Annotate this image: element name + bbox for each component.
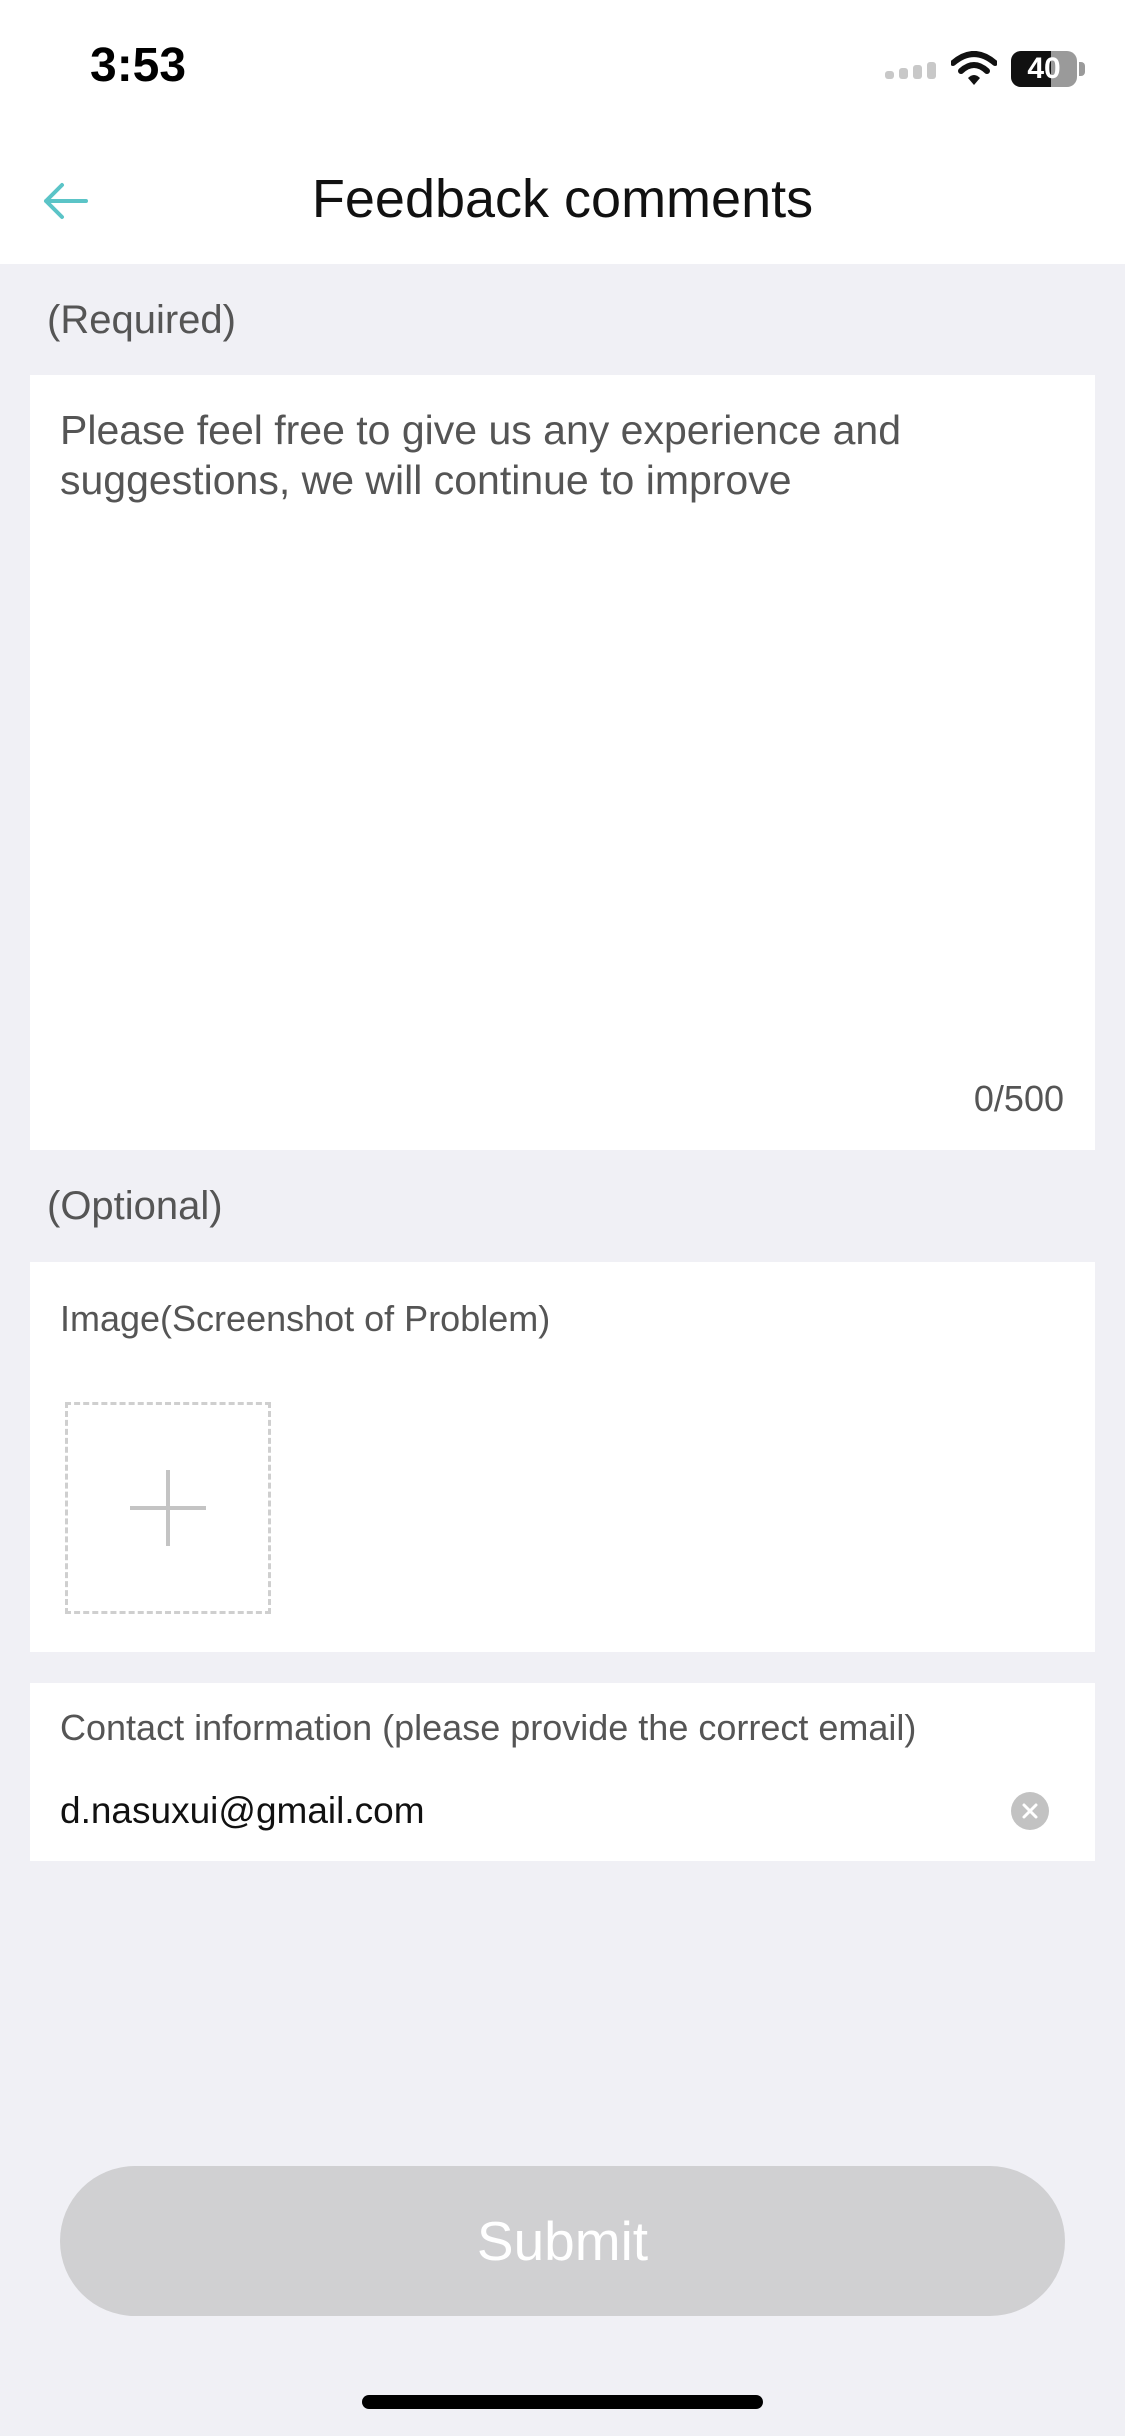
home-indicator [362, 2395, 763, 2409]
status-bar: 3:53 40 [0, 0, 1125, 140]
nav-bar: Feedback comments [0, 140, 1125, 264]
page-title: Feedback comments [311, 169, 814, 229]
contact-label: Contact information (please provide the … [60, 1707, 917, 1748]
status-icons: 40 [885, 46, 1085, 92]
clear-circle-icon [1022, 1803, 1038, 1819]
contact-card: Contact information (please provide the … [30, 1683, 1095, 1861]
image-card: Image(Screenshot of Problem) [30, 1262, 1095, 1652]
status-time: 3:53 [90, 39, 187, 92]
email-field[interactable] [60, 1783, 1000, 1839]
add-image-button[interactable] [65, 1402, 271, 1614]
wifi-icon [951, 51, 997, 85]
submit-button[interactable]: Submit [60, 2166, 1065, 2316]
battery-level: 40 [1027, 52, 1061, 85]
clear-email-button[interactable] [1011, 1792, 1049, 1830]
optional-section-label: (Optional) [47, 1184, 223, 1228]
image-upload-label: Image(Screenshot of Problem) [60, 1298, 551, 1339]
character-counter: 0/500 [973, 1078, 1064, 1119]
required-section-label: (Required) [47, 298, 236, 342]
feedback-textarea[interactable] [60, 405, 1065, 1070]
battery-icon: 40 [1011, 51, 1085, 87]
plus-icon [130, 1470, 206, 1546]
cellular-signal-icon [885, 59, 937, 79]
feedback-card: 0/500 [30, 375, 1095, 1150]
